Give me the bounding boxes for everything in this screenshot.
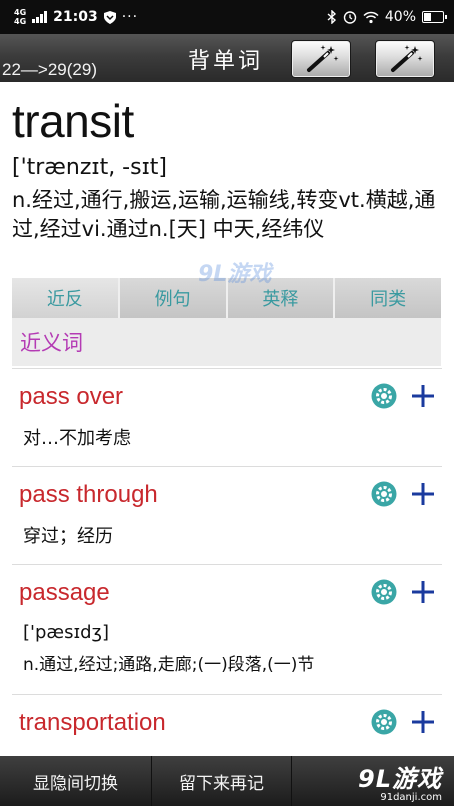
watermark-text: 9L游戏 bbox=[358, 765, 442, 793]
toggle-visibility-button[interactable]: 显隐间切换 bbox=[0, 756, 152, 806]
headword-definition: n.经过,通行,搬运,运输,运输线,转变vt.横越,通过,经过vi.通过n.[天… bbox=[12, 188, 436, 241]
battery-level bbox=[424, 13, 431, 21]
bluetooth-icon bbox=[327, 10, 336, 24]
alarm-icon bbox=[343, 11, 357, 24]
gear-icon[interactable] bbox=[371, 579, 397, 605]
gear-icon[interactable] bbox=[371, 709, 397, 735]
more-dots: ··· bbox=[121, 9, 139, 25]
list-item[interactable]: pass through 穿过；经历 bbox=[12, 466, 442, 564]
entry-word: pass over bbox=[19, 383, 124, 410]
entry-word: pass through bbox=[19, 481, 158, 508]
section-title: 近义词 bbox=[12, 318, 441, 366]
entry-meaning: n.通过,经过;通路,走廊;(一)段落,(一)节 bbox=[23, 655, 315, 675]
entry-meaning: 穿过；经历 bbox=[23, 526, 113, 547]
battery-icon bbox=[422, 11, 447, 23]
list-item[interactable]: passage ['pæsɪdʒ] n.通过,经过;通路,走廊;(一)段落,(一… bbox=[12, 564, 442, 694]
remember-later-button[interactable]: 留下来再记 bbox=[152, 756, 292, 806]
headword: transit bbox=[12, 95, 134, 147]
add-icon[interactable] bbox=[410, 709, 436, 735]
progress-counter: 22—>29(29) bbox=[2, 60, 97, 79]
entry-meaning: 对…不加考虑 bbox=[23, 428, 131, 449]
watermark-logo: 9L游戏 91danji.com bbox=[340, 757, 454, 805]
magic-wand-icon bbox=[391, 45, 423, 72]
network-label-2: 4G bbox=[14, 17, 27, 26]
signal-icon bbox=[32, 11, 48, 23]
watermark-url: 91danji.com bbox=[380, 792, 442, 803]
page-title: 背单词 bbox=[188, 49, 264, 74]
list-item[interactable]: pass over 对…不加考虑 bbox=[12, 368, 442, 466]
entry-word: transportation bbox=[19, 709, 166, 736]
gear-icon[interactable] bbox=[371, 383, 397, 409]
entry-word: passage bbox=[19, 579, 110, 606]
magic-wand-button-1[interactable] bbox=[291, 40, 351, 78]
status-right: 40% bbox=[327, 9, 447, 25]
magic-wand-icon bbox=[307, 45, 339, 72]
network-type: 4G 4G bbox=[14, 8, 26, 26]
title-bar: 22—>29(29) 背单词 bbox=[0, 34, 454, 82]
magic-wand-button-2[interactable] bbox=[375, 40, 435, 78]
entry-phonetic: ['pæsɪdʒ] bbox=[23, 622, 109, 643]
gear-icon[interactable] bbox=[371, 481, 397, 507]
shield-icon bbox=[103, 10, 116, 24]
add-icon[interactable] bbox=[410, 383, 436, 409]
watermark-logo-center: 9L游戏 bbox=[198, 262, 272, 287]
list-item[interactable]: transportation bbox=[12, 694, 442, 756]
tab-synonyms-antonyms[interactable]: 近反 bbox=[12, 278, 120, 318]
clock-time: 21:03 bbox=[53, 9, 98, 25]
wifi-icon bbox=[363, 11, 379, 23]
add-icon[interactable] bbox=[410, 579, 436, 605]
headword-phonetic: ['trænzɪt, -sɪt] bbox=[12, 155, 167, 180]
tab-similar-words[interactable]: 同类 bbox=[335, 278, 441, 318]
battery-percent: 40% bbox=[384, 9, 416, 25]
network-label-1: 4G bbox=[14, 8, 27, 17]
status-left: 4G 4G 21:03 ··· bbox=[14, 8, 138, 26]
status-bar: 4G 4G 21:03 ··· 40% bbox=[0, 0, 454, 34]
add-icon[interactable] bbox=[410, 481, 436, 507]
